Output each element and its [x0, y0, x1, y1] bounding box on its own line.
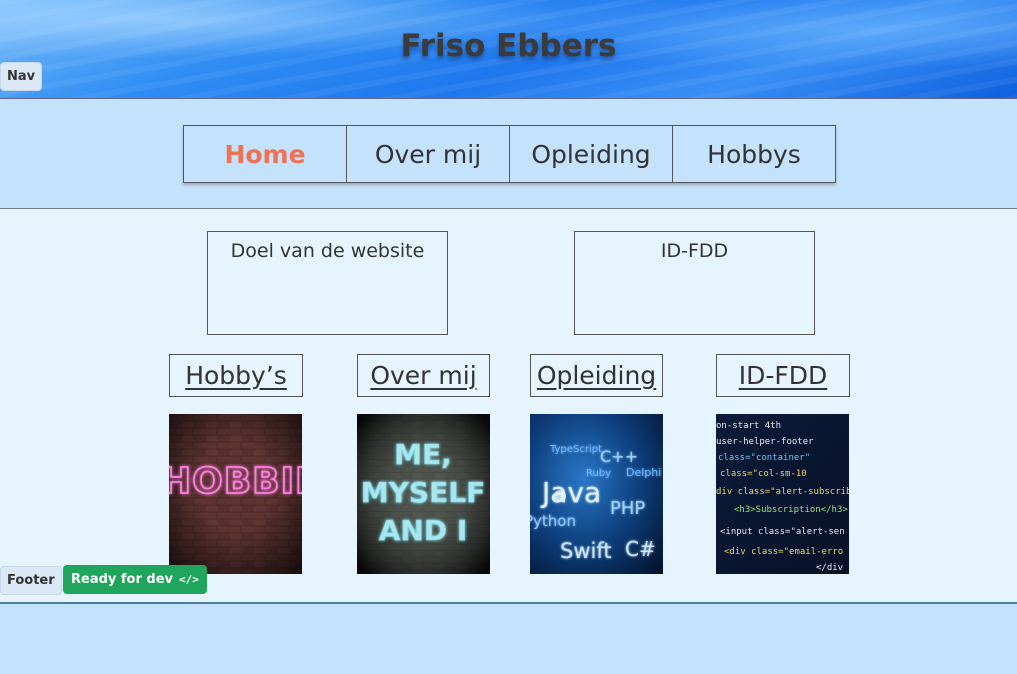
code-line-7: <input class="alert-sen [720, 527, 845, 537]
nav-menu: Home Over mij Opleiding Hobbys [183, 125, 836, 183]
ready-for-dev-badge[interactable]: Ready for dev </> [63, 565, 207, 594]
code-line-9: </div [816, 563, 843, 573]
programming-languages-image[interactable]: TypeScript C++ Ruby Java PHP Python Swif… [530, 414, 663, 574]
nav-item-over-mij[interactable]: Over mij [346, 125, 510, 183]
code-line-1: on-start 4th [716, 421, 781, 431]
ready-for-dev-label: Ready for dev [71, 572, 174, 587]
lang-swift: Swift [560, 539, 612, 563]
nav-item-opleiding[interactable]: Opleiding [509, 125, 673, 183]
me-neon-line-1: ME, [394, 438, 452, 471]
me-neon-line-3: AND I [379, 514, 468, 547]
lang-php: PHP [610, 498, 645, 519]
code-icon: </> [179, 573, 199, 586]
lang-python: Python [530, 512, 576, 530]
lang-cpp: C++ [600, 447, 638, 466]
lang-typescript: TypeScript [549, 444, 602, 455]
code-line-8: <div class="email-erro [724, 547, 843, 557]
info-box-id-fdd: ID-FDD [574, 231, 815, 335]
code-line-3: class="container" [718, 453, 810, 463]
code-screen-image[interactable]: on-start 4th user-helper-footer class="c… [716, 414, 849, 574]
lang-delphi: Delphi [626, 466, 661, 479]
site-title: Friso Ebbers [400, 28, 617, 64]
nav-item-home[interactable]: Home [183, 125, 347, 183]
code-line-4: class="col-sm-10 [720, 469, 807, 479]
neon-me-myself-image[interactable]: ME, MYSELF AND I [357, 414, 490, 574]
card-title-hobbys[interactable]: Hobby’s [169, 354, 303, 397]
footer [0, 602, 1017, 674]
neon-hobbies-image[interactable]: HOBBIES [169, 414, 302, 574]
card-title-opleiding[interactable]: Opleiding [530, 354, 663, 397]
lang-java: Java [540, 476, 601, 509]
nav-annotation-tag[interactable]: Nav [0, 62, 43, 91]
code-line-2: user-helper-footer [716, 437, 814, 447]
info-box-doel: Doel van de website [207, 231, 448, 335]
me-neon-line-2: MYSELF [361, 476, 485, 509]
card-title-over-mij[interactable]: Over mij [357, 354, 490, 397]
hobbies-neon-text: HOBBIES [169, 461, 302, 502]
nav-item-hobbys[interactable]: Hobbys [672, 125, 836, 183]
footer-annotation-tag[interactable]: Footer [0, 566, 62, 595]
code-line-6: <h3>Subscription</h3> [734, 505, 848, 515]
card-title-id-fdd[interactable]: ID-FDD [716, 354, 850, 397]
lang-csharp: C# [625, 537, 656, 561]
code-line-5: div class="alert-subscribe [716, 487, 849, 497]
